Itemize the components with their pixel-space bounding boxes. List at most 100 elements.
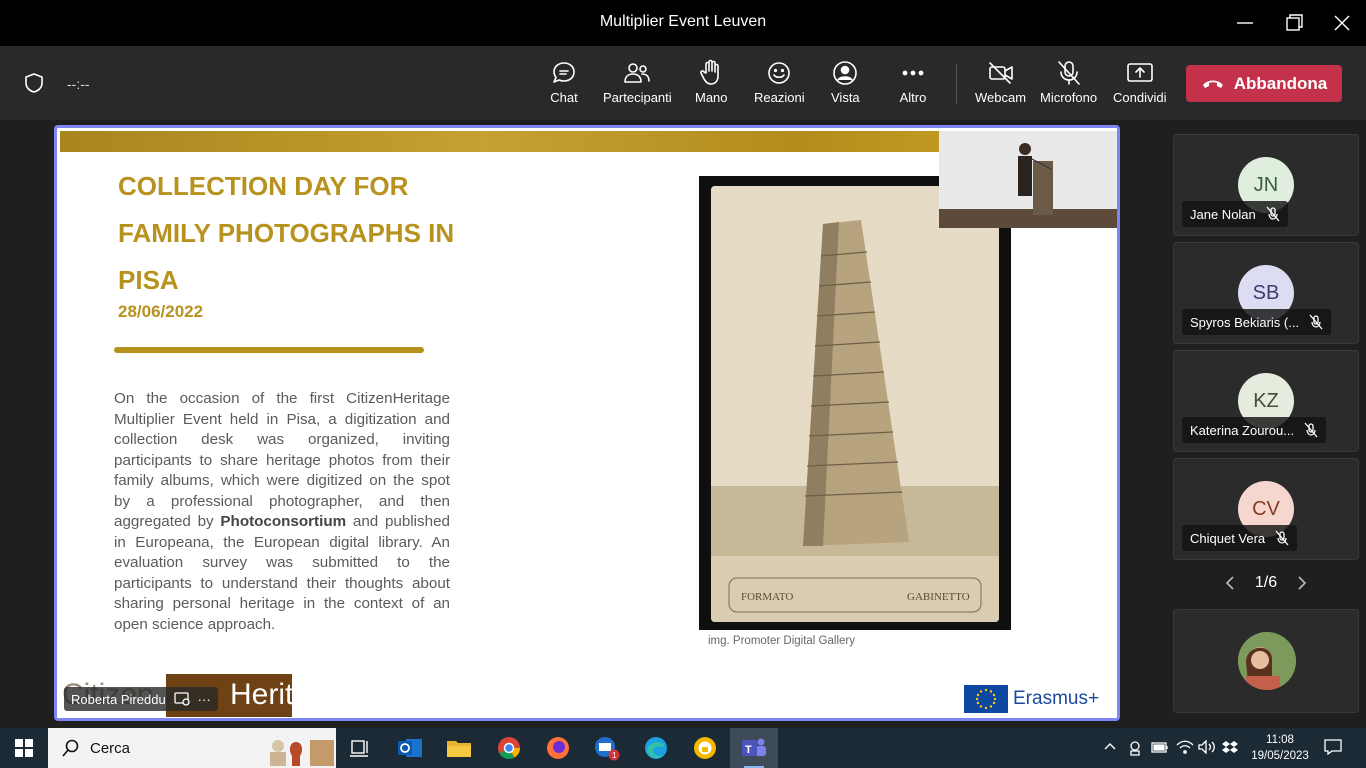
meeting-info-button[interactable] — [24, 72, 44, 99]
view-button[interactable]: Vista — [831, 58, 860, 105]
raise-hand-button[interactable]: Mano — [695, 58, 728, 105]
raise-hand-label: Mano — [695, 90, 728, 105]
maximize-button[interactable] — [1281, 10, 1307, 36]
view-person-icon — [833, 61, 858, 85]
participant-tile[interactable]: CV Chiquet Vera — [1173, 458, 1359, 560]
leave-meeting-button[interactable]: Abbandona — [1186, 65, 1342, 102]
self-video-tile[interactable] — [1173, 609, 1359, 713]
tower-illustration: FORMATO GABINETTO — [711, 186, 999, 622]
outlook-icon[interactable] — [396, 734, 424, 762]
slide-divider — [114, 347, 424, 353]
title-bar: Multiplier Event Leuven — [0, 0, 1366, 46]
meeting-timer: --:-- — [67, 76, 90, 92]
chat-button[interactable]: Chat — [550, 58, 578, 105]
microphone-off-icon — [1057, 61, 1080, 85]
share-label: Condividi — [1113, 90, 1167, 105]
reactions-button[interactable]: Reazioni — [754, 58, 805, 105]
logo-text-heritage: Heritage — [230, 678, 344, 711]
photo-text-right: GABINETTO — [907, 591, 970, 603]
participant-tile[interactable]: KZ Katerina Zourou... — [1173, 350, 1359, 452]
location-icon[interactable] — [1128, 740, 1142, 759]
participant-name: Spyros Bekiaris (... — [1190, 314, 1300, 330]
slide-date: 28/06/2022 — [118, 302, 204, 321]
slide-title: COLLECTION DAY FOR FAMILY PHOTOGRAPHS IN… — [118, 171, 455, 295]
participant-name-tag: Katerina Zourou... — [1182, 417, 1327, 443]
photo-card: FORMATO GABINETTO — [711, 186, 999, 622]
leave-label: Abbandona — [1233, 73, 1328, 93]
people-icon — [624, 63, 651, 83]
shield-icon — [25, 73, 43, 93]
edge-icon[interactable] — [642, 734, 670, 762]
minimize-button[interactable] — [1232, 10, 1258, 36]
presenter-more-icon[interactable]: ··· — [198, 692, 211, 707]
hand-icon — [700, 59, 720, 85]
more-label: Altro — [899, 90, 927, 105]
task-view-icon[interactable] — [346, 734, 374, 762]
firefox-icon[interactable] — [544, 734, 572, 762]
participant-pager: 1/6 — [1224, 574, 1308, 592]
start-button[interactable] — [0, 728, 48, 768]
presenter-name-tag: Roberta Pireddu ··· — [64, 687, 218, 711]
volume-icon[interactable] — [1198, 739, 1216, 757]
shared-content-stage: COLLECTION DAY FOR FAMILY PHOTOGRAPHS IN… — [54, 125, 1120, 721]
battery-icon[interactable] — [1151, 740, 1169, 757]
microphone-muted-icon — [1304, 422, 1318, 438]
microphone-muted-icon — [1266, 206, 1280, 222]
photo-caption: img. Promoter Digital Gallery — [708, 635, 855, 647]
smiley-icon — [768, 62, 791, 84]
taskbar-search[interactable]: Cerca — [48, 728, 336, 768]
participant-tile[interactable]: JN Jane Nolan — [1173, 134, 1359, 236]
participants-button[interactable]: Partecipanti — [603, 58, 672, 105]
chat-icon — [553, 62, 575, 83]
microphone-button[interactable]: Microfono — [1040, 58, 1097, 105]
teams-taskbar-button[interactable]: T — [730, 728, 778, 768]
share-screen-icon — [1126, 63, 1153, 82]
hang-up-icon — [1202, 80, 1223, 88]
toolbar-divider — [956, 64, 957, 104]
mail-badge-count: 1 — [612, 751, 617, 760]
self-avatar — [1238, 632, 1296, 690]
window-title: Multiplier Event Leuven — [599, 13, 767, 30]
meeting-toolbar: --:-- Chat Partecipanti Mano Reazioni Vi… — [0, 46, 1366, 120]
eu-flag-icon — [964, 685, 1008, 713]
webcam-button[interactable]: Webcam — [975, 58, 1026, 105]
chat-label: Chat — [550, 90, 578, 105]
tray-expand-icon[interactable] — [1104, 740, 1116, 754]
search-icon — [62, 739, 79, 757]
reactions-label: Reazioni — [754, 90, 805, 105]
chrome-icon[interactable] — [495, 734, 523, 762]
slide-body-text-a: On the occasion of the first CitizenHeri… — [114, 390, 450, 530]
svg-text:T: T — [745, 744, 752, 756]
participant-name: Jane Nolan — [1190, 206, 1256, 222]
page-indicator: 1/6 — [1254, 574, 1278, 591]
mail-app-icon[interactable]: 1 — [593, 734, 621, 762]
restore-icon — [1286, 14, 1303, 31]
speaker-video-thumbnail[interactable] — [939, 131, 1117, 228]
speaker-video-frame — [939, 131, 1117, 228]
close-icon — [1334, 15, 1350, 31]
presenter-name: Roberta Pireddu — [71, 691, 166, 707]
windows-logo-icon — [15, 739, 33, 757]
view-label: Vista — [831, 90, 860, 105]
participant-name: Chiquet Vera — [1190, 530, 1266, 546]
search-highlight-icon — [270, 740, 334, 766]
erasmus-text: Erasmus+ — [1013, 688, 1100, 709]
teams-icon: T — [742, 738, 766, 756]
notifications-icon[interactable] — [1324, 739, 1342, 758]
clock-date: 19/05/2023 — [1251, 750, 1309, 762]
microphone-muted-icon — [1275, 530, 1289, 546]
share-button[interactable]: Condividi — [1113, 58, 1166, 105]
file-explorer-icon[interactable] — [445, 734, 473, 762]
clock-time: 11:08 — [1266, 734, 1294, 746]
wifi-icon[interactable] — [1176, 740, 1194, 757]
close-button[interactable] — [1329, 10, 1355, 36]
taskbar-clock[interactable]: 11:08 19/05/2023 — [1250, 732, 1310, 764]
search-label: Cerca — [90, 739, 131, 757]
brave-vpn-icon[interactable] — [691, 734, 719, 762]
dropbox-icon[interactable] — [1222, 740, 1238, 757]
participant-tile[interactable]: SB Spyros Bekiaris (... — [1173, 242, 1359, 344]
more-button[interactable]: Altro — [899, 58, 927, 105]
webcam-label: Webcam — [975, 90, 1027, 105]
chevron-right-icon[interactable] — [1296, 575, 1308, 591]
chevron-left-icon[interactable] — [1224, 575, 1236, 591]
